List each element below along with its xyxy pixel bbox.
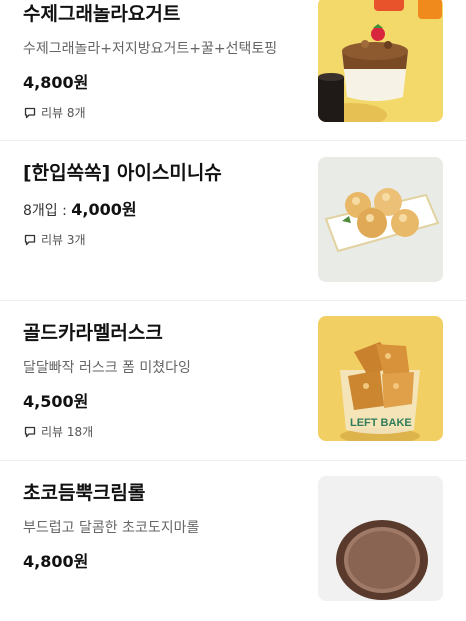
menu-item-description: 부드럽고 달콤한 초코도지마롤: [23, 520, 200, 536]
menu-item-reviews[interactable]: 리뷰 8개: [24, 104, 86, 121]
menu-item-price: 4,000원: [71, 200, 137, 219]
menu-item-description: 달달빠작 러스크 폼 미쳤다잉: [23, 360, 191, 376]
menu-item-name: [한입쏙쏙] 아이스미니슈: [23, 162, 222, 184]
menu-item-price: 4,800원: [23, 552, 89, 571]
quantity-label: 8개입 :: [23, 203, 72, 219]
menu-item-photo: [318, 0, 443, 122]
menu-item-name: 초코듬뿍크림롤: [23, 482, 146, 504]
menu-item-description: 수제그래놀라+저지방요거트+꿀+선택토핑: [23, 41, 278, 57]
menu-item-photo: [318, 476, 443, 601]
speech-bubble-icon: [24, 426, 36, 437]
speech-bubble-icon: [24, 234, 36, 245]
menu-item-choco-cream-roll[interactable]: 초코듬뿍크림롤 부드럽고 달콤한 초코도지마롤 4,800원: [0, 461, 466, 621]
menu-item-granola-yogurt[interactable]: 수제그래놀라요거트 수제그래놀라+저지방요거트+꿀+선택토핑 4,800원 리뷰…: [0, 0, 466, 142]
review-count: 리뷰 8개: [41, 106, 86, 120]
menu-item-price: 4,800원: [23, 73, 89, 92]
review-count: 리뷰 18개: [41, 425, 94, 439]
menu-item-price-line: 8개입 : 4,000원: [23, 196, 137, 220]
menu-item-name: 골드카라멜러스크: [23, 322, 163, 344]
menu-item-reviews[interactable]: 리뷰 18개: [24, 423, 93, 440]
menu-item-caramel-rusk[interactable]: 골드카라멜러스크 달달빠작 러스크 폼 미쳤다잉 4,500원 리뷰 18개 L…: [0, 301, 466, 461]
speech-bubble-icon: [24, 107, 36, 118]
svg-text:LEFT BAKE: LEFT BAKE: [350, 417, 412, 429]
review-count: 리뷰 3개: [41, 233, 86, 247]
menu-item-photo: LEFT BAKE: [318, 316, 443, 441]
menu-item-photo: [318, 157, 443, 282]
menu-item-price: 4,500원: [23, 392, 89, 411]
menu-item-mini-choux[interactable]: [한입쏙쏙] 아이스미니슈 8개입 : 4,000원 리뷰 3개: [0, 141, 466, 301]
menu-item-name: 수제그래놀라요거트: [23, 3, 181, 25]
menu-item-reviews[interactable]: 리뷰 3개: [24, 231, 86, 248]
